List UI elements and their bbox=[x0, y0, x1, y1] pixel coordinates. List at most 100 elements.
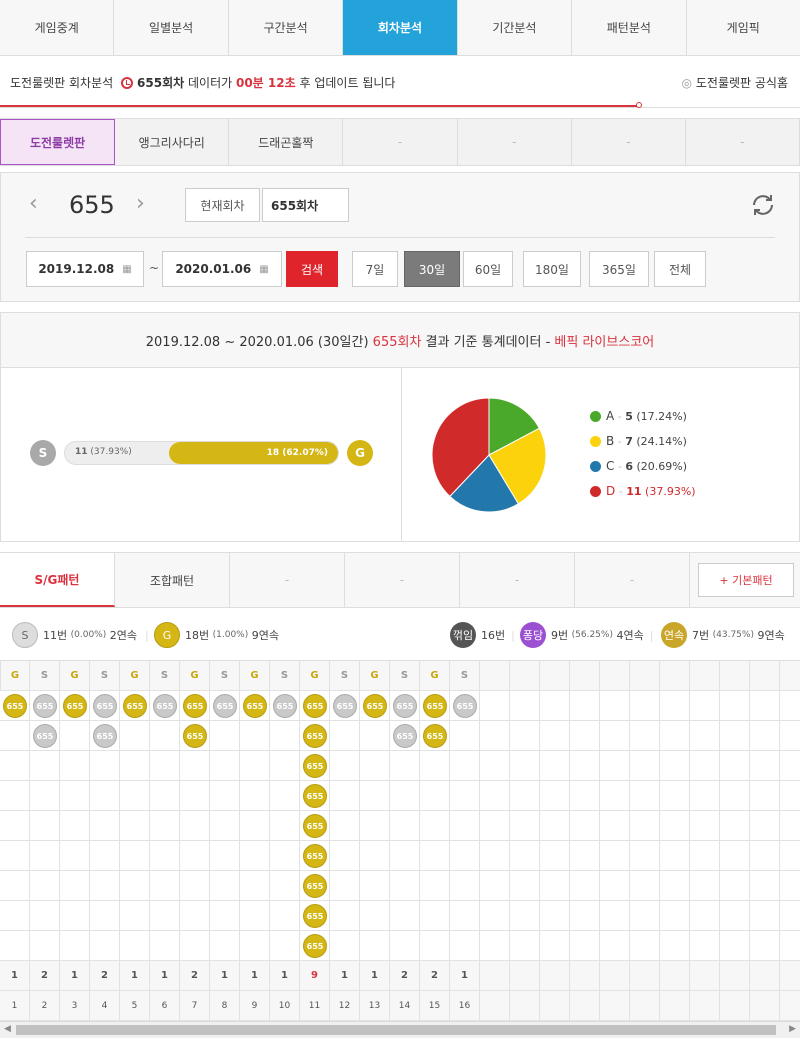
grid-header-cell: G bbox=[0, 661, 30, 691]
period-button-2[interactable]: 30일 bbox=[404, 251, 460, 287]
scroll-thumb[interactable] bbox=[16, 1025, 776, 1035]
grid-cell bbox=[480, 781, 510, 811]
grid-cell bbox=[270, 721, 300, 751]
grid-cell bbox=[420, 901, 450, 931]
start-date-input[interactable]: 2019.12.08 ▦ bbox=[26, 251, 144, 287]
s-badge: S bbox=[30, 440, 56, 466]
turn-badge: 꺾임 bbox=[450, 622, 476, 648]
period-button-3[interactable]: 60일 bbox=[463, 251, 513, 287]
grid-cell bbox=[690, 751, 720, 781]
current-round-button[interactable]: 현재회차 bbox=[185, 188, 260, 222]
top-tab-3[interactable]: 구간분석 bbox=[229, 0, 344, 55]
grid-cell bbox=[570, 721, 600, 751]
grid-cell: 655 bbox=[30, 721, 60, 751]
period-button-6[interactable]: 전체 bbox=[654, 251, 706, 287]
top-tab-4[interactable]: 회차분석 bbox=[343, 0, 458, 55]
grid-cell bbox=[180, 781, 210, 811]
grid-cell bbox=[60, 751, 90, 781]
top-tab-7[interactable]: 게임픽 bbox=[687, 0, 800, 55]
grid-cell bbox=[690, 841, 720, 871]
grid-cell bbox=[540, 751, 570, 781]
grid-cell bbox=[450, 841, 480, 871]
grid-cell bbox=[330, 811, 360, 841]
grid-cell bbox=[240, 901, 270, 931]
end-date-input[interactable]: 2020.01.06 ▦ bbox=[162, 251, 282, 287]
scroll-left-icon[interactable]: ◀ bbox=[4, 1024, 11, 1034]
stats-header: 2019.12.08 ~ 2020.01.06 (30일간) 655회차 결과 … bbox=[0, 312, 800, 368]
scroll-right-icon[interactable]: ▶ bbox=[789, 1024, 796, 1034]
prev-round-icon[interactable]: ‹ bbox=[29, 191, 38, 216]
grid-cell bbox=[510, 751, 540, 781]
official-home-link[interactable]: ◎ 도전룰렛판 공식홈 bbox=[682, 74, 788, 91]
grid-cell bbox=[210, 721, 240, 751]
grid-header-cell: S bbox=[270, 661, 300, 691]
legend-pct: (37.93%) bbox=[645, 484, 696, 498]
grid-cell: 655 bbox=[390, 691, 420, 721]
grid-cell bbox=[210, 841, 240, 871]
legend-dash: - bbox=[614, 409, 626, 423]
grid-header-cell: G bbox=[240, 661, 270, 691]
grid-cell bbox=[600, 751, 630, 781]
grid-cell bbox=[450, 871, 480, 901]
next-round-icon[interactable]: › bbox=[136, 191, 145, 216]
grid-header-cell: G bbox=[360, 661, 390, 691]
grid-cell bbox=[780, 931, 800, 961]
grid-header-cell: S bbox=[330, 661, 360, 691]
refresh-icon[interactable] bbox=[749, 191, 777, 219]
result-ball: 655 bbox=[303, 874, 327, 898]
top-tab-6[interactable]: 패턴분석 bbox=[572, 0, 687, 55]
abcd-pie-chart bbox=[431, 397, 547, 513]
grid-cell bbox=[690, 781, 720, 811]
game-tab-1[interactable]: 도전룰렛판 bbox=[0, 119, 116, 165]
column-index-cell: 12 bbox=[330, 991, 360, 1021]
calendar-icon: ▦ bbox=[259, 263, 269, 275]
grid-cell bbox=[600, 901, 630, 931]
pattern-tab-1[interactable]: S/G패턴 bbox=[0, 553, 115, 607]
cont-summary: 연속 7번 (43.75%) 9연속 bbox=[661, 622, 785, 648]
top-tab-2[interactable]: 일별분석 bbox=[114, 0, 229, 55]
game-tab-7: - bbox=[686, 119, 800, 165]
legend-item-c: C - 6 (20.69%) bbox=[590, 459, 687, 473]
pattern-tab-3: - bbox=[230, 553, 345, 607]
top-tab-1[interactable]: 게임중계 bbox=[0, 0, 115, 55]
game-tab-3[interactable]: 드래곤홀짝 bbox=[229, 119, 344, 165]
grid-cell: 655 bbox=[90, 691, 120, 721]
result-ball: 655 bbox=[243, 694, 267, 718]
pattern-tab-2[interactable]: 조합패턴 bbox=[115, 553, 230, 607]
basic-pattern-button[interactable]: + 기본패턴 bbox=[698, 563, 794, 597]
grid-header-cell bbox=[660, 661, 690, 691]
globe-icon: ◎ bbox=[681, 76, 693, 90]
grid-cell bbox=[360, 841, 390, 871]
period-button-4[interactable]: 180일 bbox=[523, 251, 581, 287]
top-tab-5[interactable]: 기간분석 bbox=[458, 0, 573, 55]
grid-header-cell: S bbox=[390, 661, 420, 691]
grid-cell bbox=[450, 901, 480, 931]
result-ball: 655 bbox=[183, 724, 207, 748]
streak-count-cell: 1 bbox=[240, 961, 270, 991]
grid-cell: 655 bbox=[90, 721, 120, 751]
column-index-cell: 11 bbox=[300, 991, 330, 1021]
streak-count-cell: 1 bbox=[0, 961, 30, 991]
grid-cell bbox=[180, 841, 210, 871]
grid-cell bbox=[270, 871, 300, 901]
streak-count-cell: 1 bbox=[330, 961, 360, 991]
search-button[interactable]: 검색 bbox=[286, 251, 338, 287]
grid-cell bbox=[150, 931, 180, 961]
streak-count-cell bbox=[600, 961, 630, 991]
grid-cell bbox=[420, 751, 450, 781]
round-input[interactable]: 655회차 bbox=[262, 188, 349, 222]
period-button-1[interactable]: 7일 bbox=[352, 251, 398, 287]
grid-cell bbox=[780, 721, 800, 751]
grid-cell bbox=[780, 691, 800, 721]
grid-header-cell: S bbox=[90, 661, 120, 691]
horizontal-scrollbar[interactable]: ◀ ▶ bbox=[0, 1021, 800, 1038]
grid-cell bbox=[480, 721, 510, 751]
grid-cell bbox=[660, 781, 690, 811]
g-pct: (1.00%) bbox=[212, 630, 249, 640]
grid-header-cell: G bbox=[60, 661, 90, 691]
game-tab-2[interactable]: 앵그리사다리 bbox=[115, 119, 230, 165]
divider bbox=[401, 368, 402, 541]
period-button-5[interactable]: 365일 bbox=[589, 251, 649, 287]
grid-header-cell bbox=[540, 661, 570, 691]
progress-marker bbox=[636, 102, 642, 108]
